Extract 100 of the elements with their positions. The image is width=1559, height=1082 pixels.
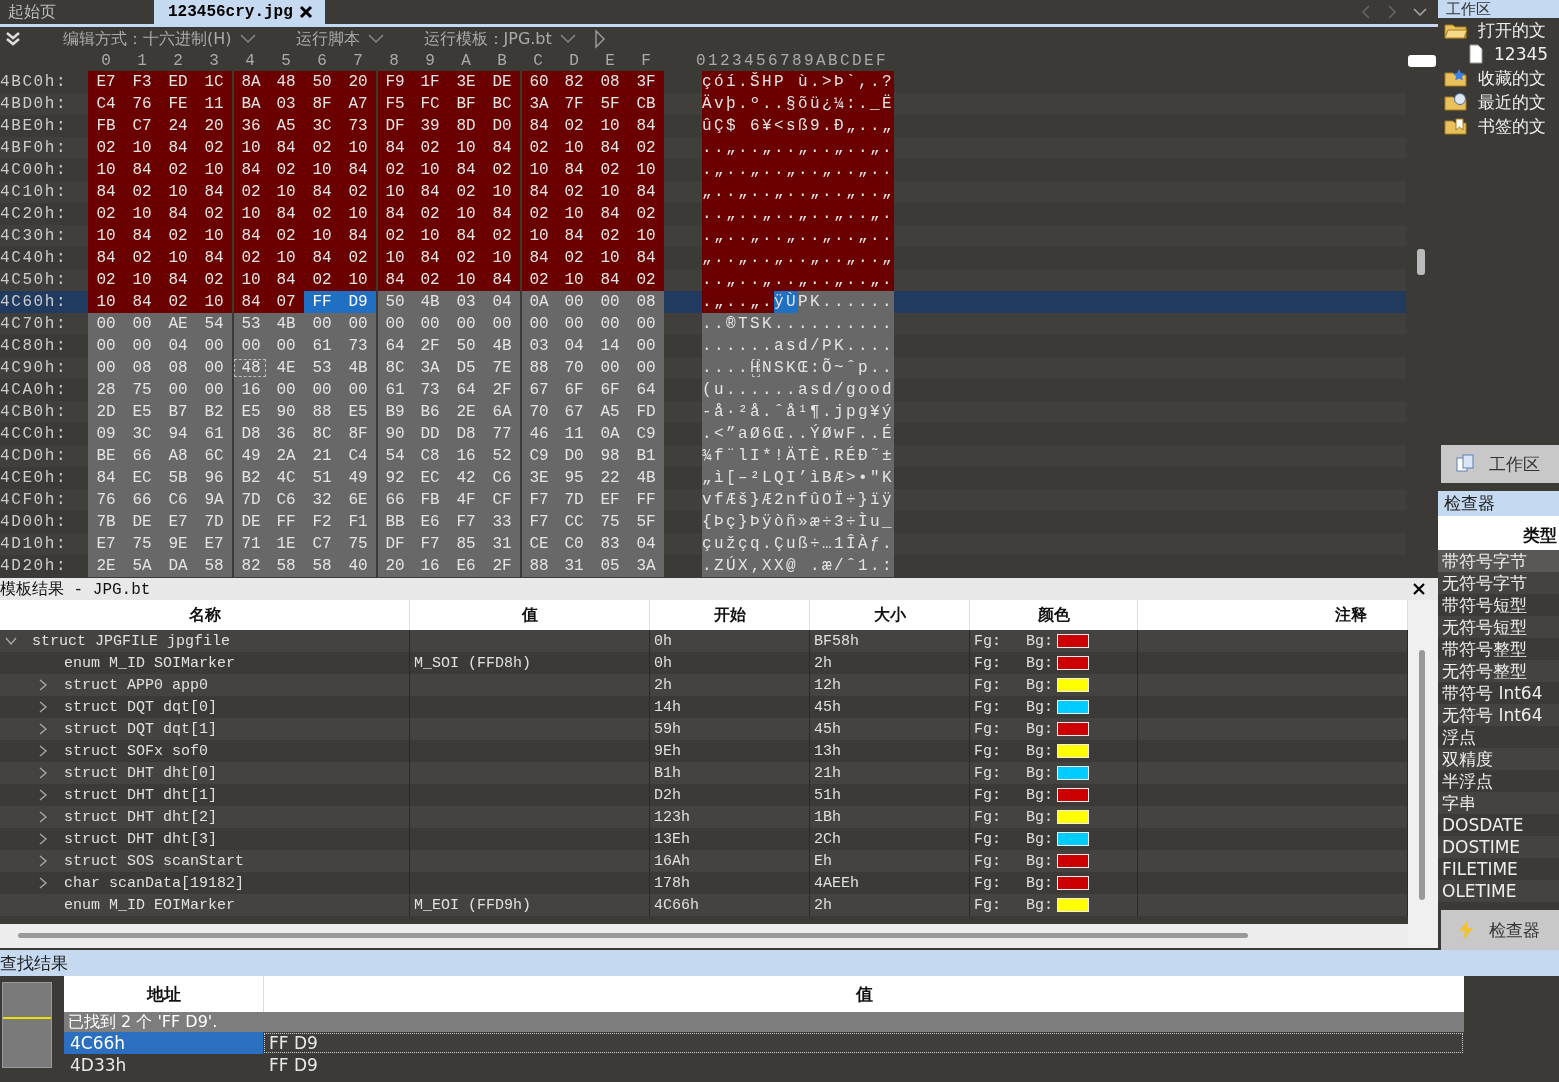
hex-byte[interactable]: 20 [376,555,412,577]
hex-byte[interactable]: 5F [592,93,628,115]
chevron-down-icon[interactable] [367,34,384,44]
hex-byte[interactable]: 3A [412,357,448,379]
hex-byte[interactable]: 10 [268,247,304,269]
hex-byte[interactable]: 2F [412,335,448,357]
hex-byte[interactable]: 70 [556,357,592,379]
hex-byte[interactable]: D8 [448,423,484,445]
hex-byte[interactable]: F3 [124,71,160,93]
hex-byte[interactable]: 84 [628,115,664,137]
hex-byte[interactable]: C6 [160,489,196,511]
hex-byte[interactable]: CF [484,489,520,511]
hex-byte[interactable]: 84 [556,159,592,181]
hex-byte[interactable]: 10 [592,115,628,137]
hex-byte[interactable]: 3E [448,71,484,93]
hex-byte[interactable]: 84 [484,137,520,159]
color-swatch[interactable] [1057,766,1089,780]
hex-byte[interactable]: 33 [484,511,520,533]
hex-byte[interactable]: 49 [232,445,268,467]
hex-byte[interactable]: 00 [556,313,592,335]
field-name[interactable]: struct APP0 app0 [64,676,209,694]
hex-byte[interactable]: FF [304,291,340,313]
field-name[interactable]: struct JPGFILE jpgfile [32,632,231,650]
hex-byte[interactable]: 53 [304,357,340,379]
color-swatch[interactable] [1057,700,1089,714]
hex-byte[interactable]: 84 [484,203,520,225]
close-icon[interactable] [1412,582,1426,596]
hex-byte[interactable]: 04 [484,291,520,313]
hex-byte[interactable]: 8D [448,115,484,137]
color-swatch[interactable] [1057,678,1089,692]
hex-byte[interactable]: 0A [592,423,628,445]
hex-byte[interactable]: 10 [520,225,556,247]
hex-byte[interactable]: 6F [592,379,628,401]
hex-byte[interactable]: 53 [232,313,268,335]
hex-byte[interactable]: 10 [412,159,448,181]
hex-byte[interactable]: C4 [88,93,124,115]
hex-byte[interactable]: A7 [340,93,376,115]
hex-byte[interactable]: 4F [448,489,484,511]
field-name[interactable]: struct DQT dqt[1] [64,720,218,738]
hex-byte[interactable]: 8A [232,71,268,93]
hex-byte[interactable]: 50 [376,291,412,313]
hex-byte[interactable]: A8 [160,445,196,467]
hex-byte[interactable]: 92 [376,467,412,489]
hex-byte[interactable]: BB [376,511,412,533]
hex-byte[interactable]: 00 [484,313,520,335]
hex-byte[interactable]: B7 [160,401,196,423]
hex-byte[interactable]: 31 [484,533,520,555]
workspace-tab[interactable]: 工作区 [1441,445,1559,483]
hex-byte[interactable]: 84 [124,225,160,247]
hex-byte[interactable]: 10 [628,159,664,181]
hex-byte[interactable]: 16 [232,379,268,401]
hex-byte[interactable]: 14 [592,335,628,357]
hex-byte[interactable]: DD [412,423,448,445]
hex-byte[interactable]: 00 [196,379,232,401]
hex-byte[interactable]: D0 [556,445,592,467]
hex-byte[interactable]: 84 [232,225,268,247]
color-swatch[interactable] [1057,832,1089,846]
hex-byte[interactable]: DE [124,511,160,533]
hex-byte[interactable]: BE [88,445,124,467]
hex-byte[interactable]: 28 [88,379,124,401]
hex-byte[interactable]: 61 [304,335,340,357]
color-swatch[interactable] [1057,876,1089,890]
hex-byte[interactable]: CE [520,533,556,555]
hex-byte[interactable]: 50 [304,71,340,93]
hex-byte[interactable]: 54 [376,445,412,467]
hex-byte[interactable]: 00 [268,335,304,357]
hex-byte[interactable]: 52 [484,445,520,467]
hex-byte[interactable]: 48 [268,71,304,93]
hex-byte[interactable]: 73 [340,115,376,137]
hex-byte[interactable]: 10 [556,203,592,225]
hex-byte[interactable]: EF [592,489,628,511]
hex-byte[interactable]: E7 [88,71,124,93]
hex-byte[interactable]: 50 [448,335,484,357]
hex-byte[interactable]: 58 [268,555,304,577]
hex-byte[interactable]: 02 [268,225,304,247]
hex-byte[interactable]: 4B [484,335,520,357]
hex-byte[interactable]: 1E [268,533,304,555]
hex-byte[interactable]: 02 [304,203,340,225]
hex-byte[interactable]: 00 [556,291,592,313]
field-name[interactable]: struct SOFx sof0 [64,742,209,760]
hex-byte[interactable]: 02 [232,247,268,269]
hex-byte[interactable]: B2 [232,467,268,489]
hex-byte[interactable]: C0 [556,533,592,555]
hex-byte[interactable]: 39 [412,115,448,137]
hex-byte[interactable]: 67 [556,401,592,423]
hex-byte[interactable]: 6A [484,401,520,423]
hex-byte[interactable]: DE [484,71,520,93]
hex-byte[interactable]: 10 [304,225,340,247]
hex-byte[interactable]: 00 [628,313,664,335]
hex-byte[interactable]: 84 [412,181,448,203]
chevron-down-icon[interactable] [559,34,576,44]
hex-byte[interactable]: 10 [448,137,484,159]
close-icon[interactable] [298,5,313,19]
hex-byte[interactable]: 02 [520,203,556,225]
hex-byte[interactable]: 09 [88,423,124,445]
hex-byte[interactable]: 10 [592,247,628,269]
hex-byte[interactable]: 00 [592,291,628,313]
hex-byte[interactable]: D8 [232,423,268,445]
hex-byte[interactable]: 73 [412,379,448,401]
hex-byte[interactable]: 64 [628,379,664,401]
